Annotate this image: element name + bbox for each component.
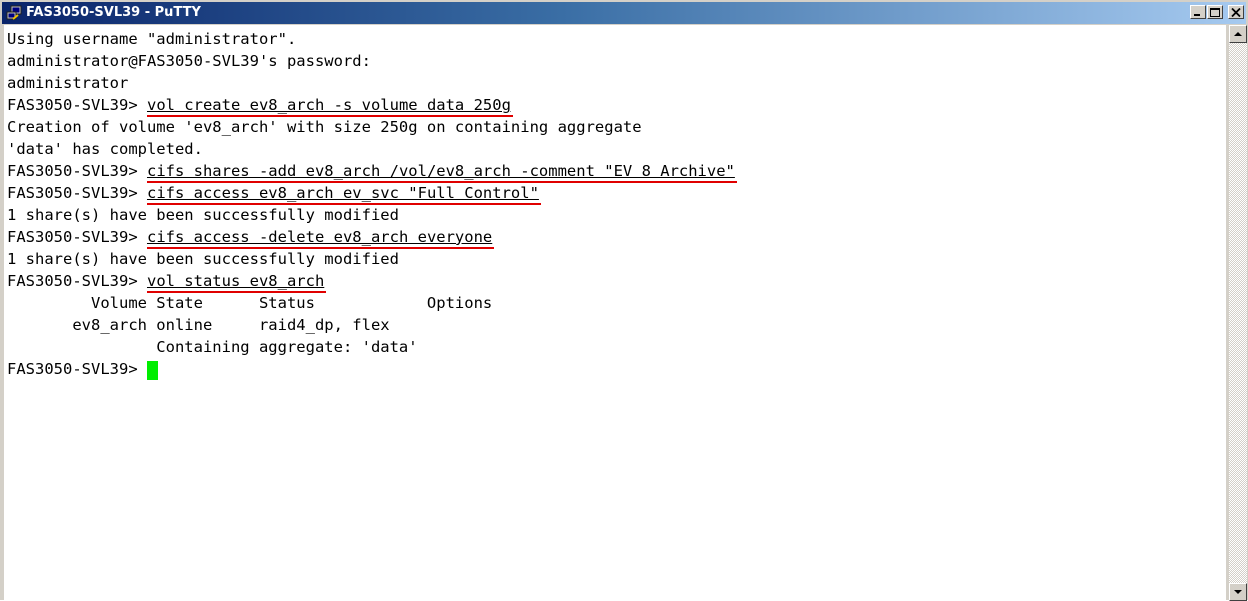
output-line: 'data' has completed. [7,140,203,158]
terminal-cursor [146,361,158,380]
putty-window: FAS3050-SVL39 - PuTTY Using username "ad… [0,0,1248,601]
shell-prompt: FAS3050-SVL39> [7,272,147,290]
output-line: 1 share(s) have been successfully modifi… [7,250,399,268]
scroll-down-button[interactable] [1229,583,1247,601]
shell-prompt: FAS3050-SVL39> [7,184,147,202]
maximize-icon [1210,8,1220,17]
vertical-scrollbar[interactable] [1229,25,1247,601]
output-line: Volume State Status Options [7,294,493,312]
command-line: FAS3050-SVL39> cifs shares -add ev8_arch… [7,160,735,182]
scroll-down-arrow-icon [1234,590,1242,594]
command-line: FAS3050-SVL39> cifs access -delete ev8_a… [7,226,492,248]
command-highlight-underline [146,181,737,183]
typed-command: cifs access ev8_arch ev_svc "Full Contro… [146,184,539,202]
minimize-icon [1194,14,1200,16]
output-line: 1 share(s) have been successfully modifi… [7,206,399,224]
command-line: FAS3050-SVL39> cifs access ev8_arch ev_s… [7,182,539,204]
shell-prompt: FAS3050-SVL39> [7,162,147,180]
output-line: ev8_arch online raid4_dp, flex [7,316,390,334]
terminal-screen[interactable]: Using username "administrator". administr… [4,25,1226,601]
command-line: FAS3050-SVL39> vol create ev8_arch -s vo… [7,94,511,116]
command-highlight-underline [146,115,513,117]
command-line: FAS3050-SVL39> vol status ev8_arch [7,270,324,292]
window-title: FAS3050-SVL39 - PuTTY [26,5,201,20]
output-line: Creation of volume 'ev8_arch' with size … [7,118,642,136]
command-highlight-underline [146,291,327,293]
output-line: Using username "administrator". [7,30,297,48]
putty-icon [6,5,22,20]
shell-prompt: FAS3050-SVL39> [7,228,147,246]
command-line: FAS3050-SVL39> [7,358,147,380]
close-icon [1231,8,1241,17]
typed-command: vol status ev8_arch [146,272,325,290]
command-highlight-underline [146,247,495,249]
output-line: administrator [7,74,129,92]
scroll-up-arrow-icon [1234,32,1242,36]
command-highlight-underline [146,203,541,205]
maximize-button[interactable] [1207,5,1223,19]
typed-command: vol create ev8_arch -s volume data 250g [146,96,511,114]
minimize-button[interactable] [1190,5,1206,19]
output-line: administrator@FAS3050-SVL39's password: [7,52,371,70]
scroll-up-button[interactable] [1229,25,1247,43]
shell-prompt: FAS3050-SVL39> [7,360,147,378]
shell-prompt: FAS3050-SVL39> [7,96,147,114]
output-line: Containing aggregate: 'data' [7,338,418,356]
close-button[interactable] [1228,5,1244,19]
title-bar[interactable]: FAS3050-SVL39 - PuTTY [2,2,1246,24]
typed-command: cifs shares -add ev8_arch /vol/ev8_arch … [146,162,735,180]
typed-command: cifs access -delete ev8_arch everyone [146,228,493,246]
